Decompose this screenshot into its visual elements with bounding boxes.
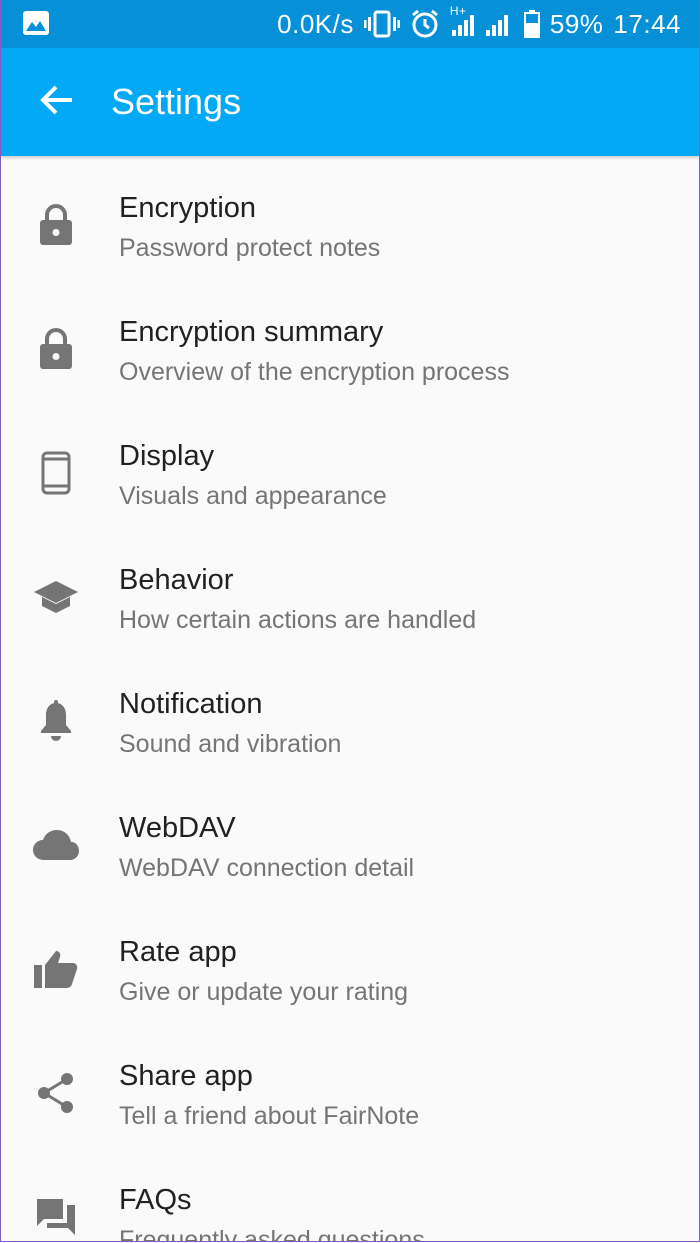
setting-title: Rate app — [119, 936, 237, 968]
setting-title: Notification — [119, 688, 263, 720]
network-type: H+ — [449, 4, 467, 18]
setting-title: Encryption — [119, 192, 257, 224]
cloud-icon — [31, 820, 81, 870]
setting-summary: Sound and vibration — [119, 730, 342, 758]
page-title: Settings — [111, 81, 242, 122]
setting-encryption-summary[interactable]: Encryption summary Overview of the encry… — [1, 280, 699, 404]
setting-summary: How certain actions are handled — [119, 606, 477, 634]
setting-title: FAQs — [119, 1184, 192, 1216]
lock-icon — [31, 324, 81, 374]
setting-summary: Frequently asked questions — [119, 1226, 425, 1242]
setting-summary: Overview of the encryption process — [119, 358, 510, 386]
setting-behavior[interactable]: Behavior How certain actions are handled — [1, 528, 699, 652]
app-bar: Settings — [1, 48, 699, 156]
vibrate-icon — [363, 10, 400, 38]
network-speed: 0.0K/s — [277, 8, 354, 39]
lock-icon — [31, 200, 81, 250]
setting-display[interactable]: Display Visuals and appearance — [1, 404, 699, 528]
school-icon — [31, 572, 81, 622]
setting-share-app[interactable]: Share app Tell a friend about FairNote — [1, 1024, 699, 1148]
arrow-back-icon — [40, 85, 74, 120]
settings-list: Encryption Password protect notes Encryp… — [1, 156, 699, 1242]
share-icon — [31, 1068, 81, 1118]
setting-summary: Tell a friend about FairNote — [119, 1102, 420, 1130]
battery-percent: 59% — [549, 8, 604, 39]
forum-icon — [31, 1192, 81, 1241]
signal-icon: H+ — [450, 4, 514, 38]
bell-icon — [31, 696, 81, 746]
setting-notification[interactable]: Notification Sound and vibration — [1, 652, 699, 776]
thumb-up-icon — [31, 944, 81, 994]
back-button[interactable] — [29, 74, 85, 130]
setting-encryption[interactable]: Encryption Password protect notes — [1, 156, 699, 280]
setting-title: Share app — [119, 1060, 253, 1092]
setting-webdav[interactable]: WebDAV WebDAV connection detail — [1, 776, 699, 900]
app-screen: 0.0K/s H+ 59% 17:44 Settings Encryption … — [0, 0, 700, 1242]
setting-title: Display — [119, 440, 215, 472]
alarm-icon — [410, 9, 440, 39]
setting-faqs[interactable]: FAQs Frequently asked questions — [1, 1148, 699, 1242]
setting-title: Behavior — [119, 564, 234, 596]
setting-summary: Visuals and appearance — [119, 482, 387, 510]
smartphone-icon — [31, 448, 81, 498]
image-icon — [23, 11, 49, 35]
setting-title: WebDAV — [119, 812, 236, 844]
battery-icon — [523, 10, 540, 38]
setting-summary: WebDAV connection detail — [119, 854, 415, 882]
setting-title: Encryption summary — [119, 316, 384, 348]
clock: 17:44 — [613, 8, 681, 39]
status-bar: 0.0K/s H+ 59% 17:44 — [1, 0, 699, 48]
setting-summary: Give or update your rating — [119, 978, 409, 1006]
setting-summary: Password protect notes — [119, 234, 381, 262]
setting-rate-app[interactable]: Rate app Give or update your rating — [1, 900, 699, 1024]
